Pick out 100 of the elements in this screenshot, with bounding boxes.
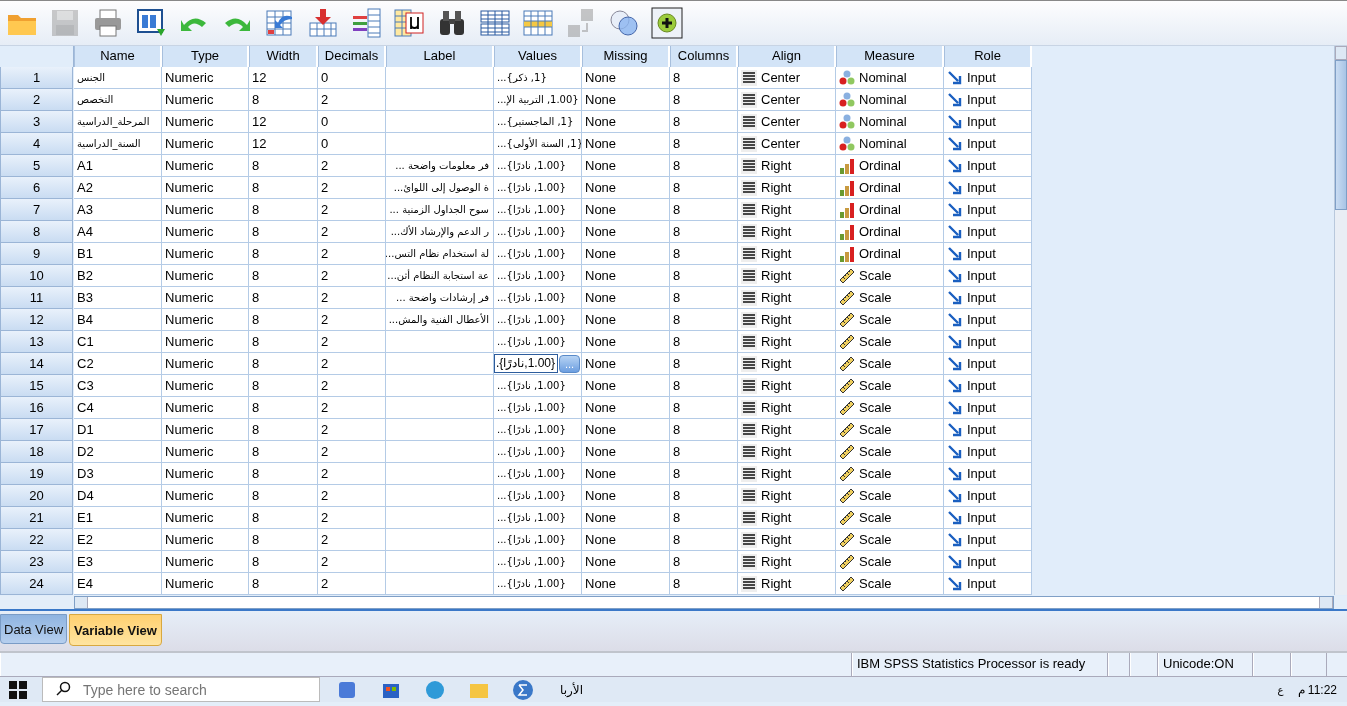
measure-value: Scale [859,311,892,329]
decimals-cell: 2 [318,177,386,199]
sigma-app-icon[interactable] [512,678,534,701]
missing-cell: None [582,573,670,595]
type-cell: Numeric [162,397,249,419]
row-number[interactable]: 15 [0,375,73,397]
column-header[interactable]: Align [738,46,836,67]
column-header[interactable]: Columns [670,46,738,67]
insert-row-icon[interactable] [307,7,339,39]
status-message: IBM SPSS Statistics Processor is ready [852,653,1108,676]
overlapping-circles-icon[interactable] [608,7,640,39]
input-language[interactable]: ع [1277,684,1284,695]
type-cell: Numeric [162,89,249,111]
taskbar-search-field[interactable]: Type here to search [42,677,320,702]
type-cell: Numeric [162,243,249,265]
ruler-icon [839,421,855,438]
row-number[interactable]: 10 [0,265,73,287]
values-cell: {1.00, نادرًا}... [494,551,582,573]
ruler-icon [839,509,855,526]
view-tab[interactable]: Variable View [69,614,162,646]
columns-cell: 8 [670,133,738,155]
missing-cell: None [582,67,670,89]
role-value: Input [967,157,996,175]
horizontal-scrollbar[interactable] [74,596,1334,609]
row-number[interactable]: 24 [0,573,73,595]
type-cell: Numeric [162,111,249,133]
measure-value: Scale [859,355,892,373]
missing-cell: None [582,375,670,397]
column-header[interactable]: Width [249,46,318,67]
column-header[interactable]: Type [162,46,249,67]
values-cell: {1.00, نادرًا}... [494,221,582,243]
column-header[interactable]: Role [944,46,1032,67]
ordinal-icon [839,223,855,240]
taskbar-clock[interactable]: 11:22 م [1297,682,1337,697]
taskbar-app-label[interactable]: الأربا [560,682,583,697]
align-value: Right [761,179,792,197]
row-number[interactable]: 7 [0,199,73,221]
missing-cell: None [582,507,670,529]
decimals-cell: 2 [318,89,386,111]
width-cell: 8 [249,309,318,331]
windows-start-icon[interactable] [8,679,28,700]
row-number[interactable]: 13 [0,331,73,353]
decimals-cell: 2 [318,485,386,507]
row-number[interactable]: 4 [0,133,73,155]
highlight-table-icon[interactable] [522,7,554,39]
row-number[interactable]: 16 [0,397,73,419]
insert-column-icon[interactable] [350,7,382,39]
width-cell: 8 [249,331,318,353]
name-cell: E3 [74,551,162,573]
row-number[interactable]: 19 [0,463,73,485]
app-icon[interactable] [424,678,446,701]
column-header[interactable]: Measure [836,46,944,67]
row-number[interactable]: 2 [0,89,73,111]
row-number[interactable]: 11 [0,287,73,309]
row-number[interactable]: 20 [0,485,73,507]
row-number[interactable]: 23 [0,551,73,573]
row-number[interactable]: 22 [0,529,73,551]
ruler-icon [839,553,855,570]
columns-cell: 8 [670,463,738,485]
column-header[interactable]: Label [386,46,494,67]
values-cell: {1.00, نادرًا}... [494,309,582,331]
row-number[interactable]: 8 [0,221,73,243]
row-number[interactable]: 14 [0,353,73,375]
row-number[interactable]: 21 [0,507,73,529]
row-number[interactable]: 12 [0,309,73,331]
ordinal-icon [839,201,855,218]
column-header[interactable]: Missing [582,46,670,67]
type-cell: Numeric [162,419,249,441]
row-number[interactable]: 5 [0,155,73,177]
plus-icon[interactable] [651,7,683,39]
row-number[interactable]: 18 [0,441,73,463]
columns-cell: 8 [670,507,738,529]
missing-cell: None [582,485,670,507]
printer-icon[interactable] [92,7,124,39]
decimals-cell: 2 [318,265,386,287]
missing-cell: None [582,353,670,375]
variables-table-icon[interactable] [393,7,425,39]
align-icon [741,91,757,108]
column-header[interactable]: Decimals [318,46,386,67]
column-header[interactable]: Name [74,46,162,67]
decimals-cell: 2 [318,221,386,243]
row-number[interactable]: 9 [0,243,73,265]
ruler-icon [839,333,855,350]
type-cell: Numeric [162,375,249,397]
arrow-icon [947,377,963,394]
row-number[interactable]: 3 [0,111,73,133]
role-value: Input [967,575,996,593]
ruler-icon [839,443,855,460]
width-cell: 8 [249,397,318,419]
row-number[interactable]: 1 [0,67,73,89]
missing-cell: None [582,155,670,177]
row-number[interactable]: 6 [0,177,73,199]
nominal-icon [839,69,855,86]
column-header[interactable]: Values [494,46,582,67]
vertical-scrollbar[interactable] [1334,46,1347,595]
split-table-icon[interactable] [479,7,511,39]
row-number[interactable]: 17 [0,419,73,441]
type-cell: Numeric [162,155,249,177]
values-edit-field[interactable]: {1.00,نادرًا}. [494,354,558,373]
view-tab[interactable]: Data View [0,614,67,644]
